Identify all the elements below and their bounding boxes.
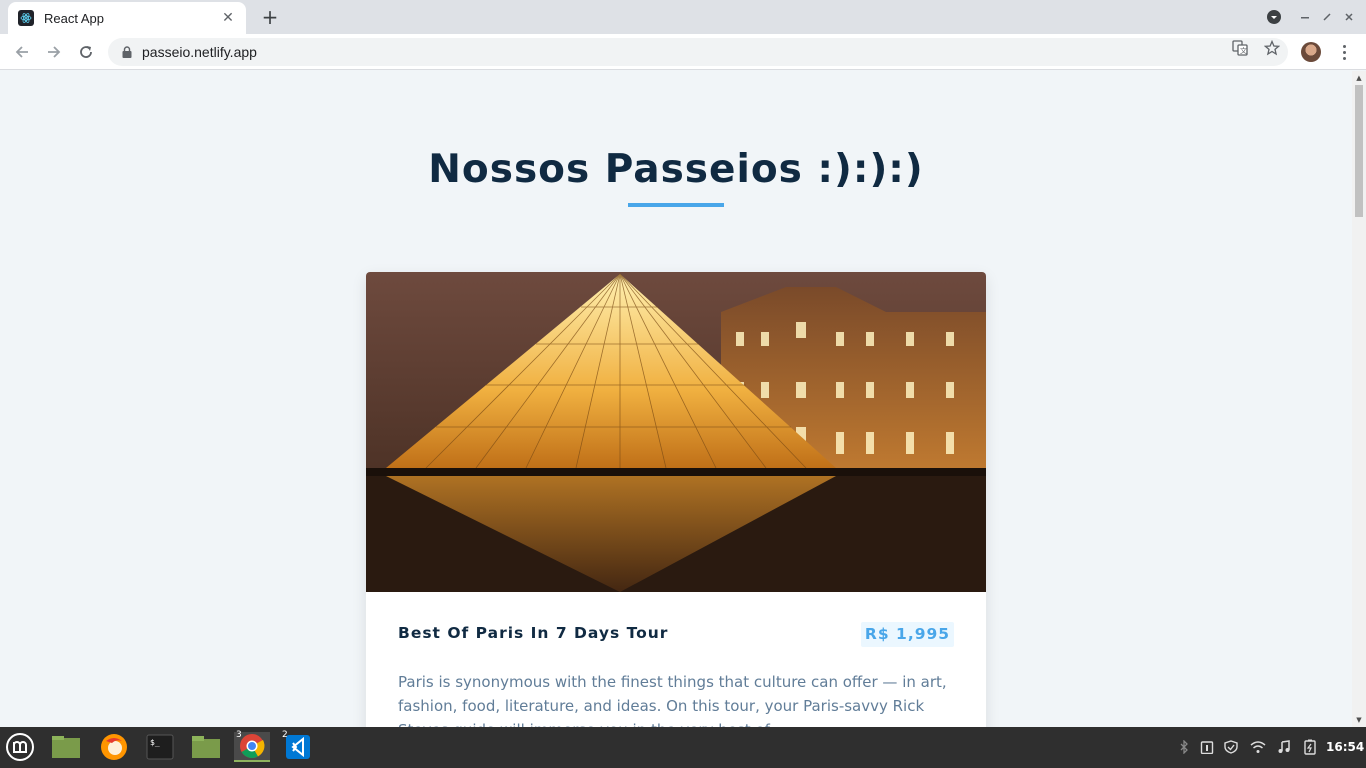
translate-icon[interactable]: 文 <box>1232 40 1248 56</box>
tab-strip: React App ✕ + <box>0 0 1366 34</box>
bookmark-star-icon[interactable] <box>1263 39 1281 56</box>
new-tab-button[interactable]: + <box>258 6 282 28</box>
tour-image <box>366 272 986 592</box>
files-icon[interactable] <box>190 732 222 762</box>
tour-name: Best Of Paris In 7 Days Tour <box>398 624 669 642</box>
svg-text:$_: $_ <box>150 738 160 747</box>
page-viewport: Nossos Passeios :):):) Best Of Paris In … <box>0 71 1352 727</box>
terminal-icon[interactable]: $_ <box>144 732 176 762</box>
tab-search-icon[interactable] <box>1266 8 1282 26</box>
chrome-window-count: 3 <box>236 730 242 740</box>
tab-react-app[interactable]: React App ✕ <box>8 2 246 34</box>
page-title: Nossos Passeios :):):) <box>428 147 924 192</box>
shield-icon[interactable] <box>1223 739 1239 755</box>
close-tab-icon[interactable]: ✕ <box>220 10 236 26</box>
vscode-window-count: 2 <box>282 730 288 740</box>
scroll-up-icon[interactable]: ▲ <box>1355 74 1363 82</box>
chrome-menu-icon[interactable] <box>1334 42 1354 62</box>
mint-menu-icon[interactable] <box>4 732 36 762</box>
forward-icon[interactable] <box>42 40 66 64</box>
minimize-icon[interactable] <box>1298 8 1312 26</box>
maximize-icon[interactable] <box>1320 8 1334 26</box>
tour-price: R$ 1,995 <box>861 622 954 647</box>
scroll-down-icon[interactable]: ▼ <box>1355 716 1363 724</box>
tab-title: React App <box>44 10 104 26</box>
tour-info: Paris is synonymous with the finest thin… <box>398 673 947 727</box>
battery-icon[interactable] <box>1302 739 1318 755</box>
chrome-icon[interactable]: 3 <box>234 730 270 762</box>
back-icon[interactable] <box>10 40 34 64</box>
lock-icon[interactable] <box>122 43 132 62</box>
browser-toolbar: passeio.netlify.app 文 <box>0 34 1366 70</box>
taskbar: $_ 3 2 16:54 <box>0 727 1366 768</box>
show-desktop-icon[interactable] <box>50 732 82 762</box>
reload-icon[interactable] <box>74 40 98 64</box>
profile-avatar[interactable] <box>1301 42 1321 62</box>
page-scrollbar[interactable]: ▲ ▼ <box>1352 71 1366 727</box>
address-bar[interactable]: passeio.netlify.app <box>108 38 1288 66</box>
clipboard-icon[interactable] <box>1199 739 1215 755</box>
bluetooth-icon[interactable] <box>1176 739 1192 755</box>
wifi-icon[interactable] <box>1250 739 1266 755</box>
svg-text:文: 文 <box>1240 46 1247 55</box>
react-icon <box>18 10 34 26</box>
clock[interactable]: 16:54 <box>1326 740 1364 754</box>
sound-icon[interactable] <box>1276 739 1292 755</box>
tour-card: Best Of Paris In 7 Days Tour R$ 1,995 Pa… <box>366 272 986 727</box>
title-underline <box>628 203 724 207</box>
firefox-icon[interactable] <box>98 732 130 762</box>
scroll-thumb[interactable] <box>1355 85 1363 217</box>
url-text[interactable]: passeio.netlify.app <box>142 44 257 60</box>
vscode-icon[interactable]: 2 <box>280 730 316 762</box>
close-window-icon[interactable] <box>1342 8 1356 26</box>
